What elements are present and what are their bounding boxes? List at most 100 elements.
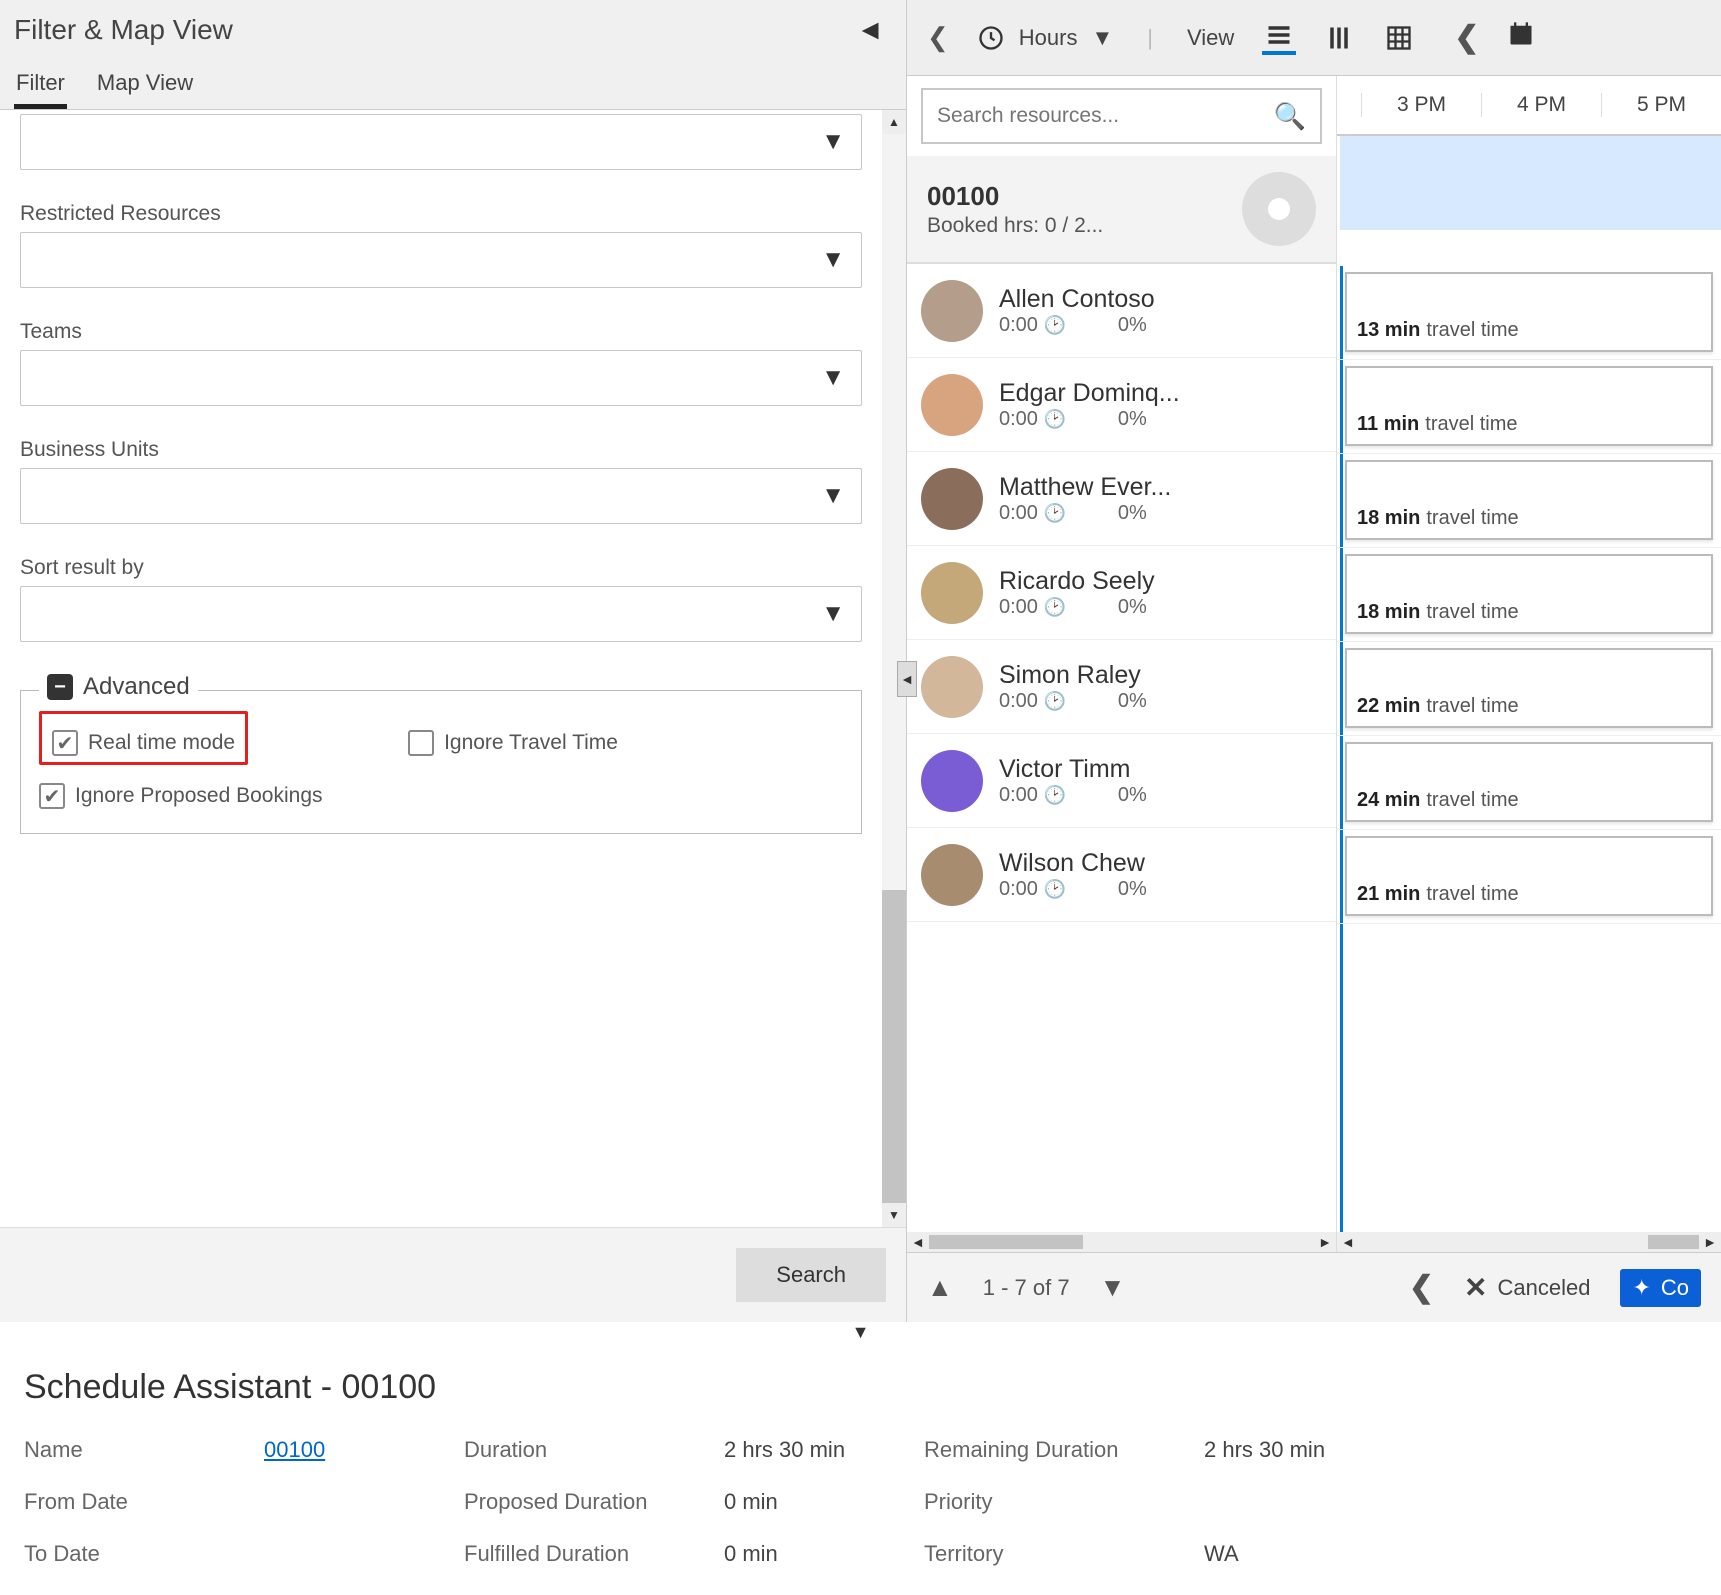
- chevron-down-icon: ▼: [821, 128, 845, 156]
- chevron-down-icon: ▼: [1091, 25, 1113, 51]
- scroll-left-icon[interactable]: ◄: [1341, 1234, 1355, 1250]
- collapse-icon[interactable]: −: [47, 674, 73, 700]
- timeline-row[interactable]: 18 mintravel time: [1337, 454, 1721, 548]
- travel-time-block[interactable]: 18 mintravel time: [1345, 554, 1713, 634]
- tab-map-view[interactable]: Map View: [95, 70, 195, 109]
- label-teams: Teams: [20, 320, 862, 344]
- page-first-icon[interactable]: ▲: [927, 1272, 953, 1303]
- select-bu[interactable]: ▼: [20, 468, 862, 524]
- scroll-left-icon[interactable]: ◄: [911, 1234, 925, 1250]
- select-restricted[interactable]: ▼: [20, 232, 862, 288]
- avatar: [921, 468, 983, 530]
- travel-label: travel time: [1426, 695, 1518, 718]
- travel-time-block[interactable]: 18 mintravel time: [1345, 460, 1713, 540]
- clock-icon: 🕑: [1043, 597, 1065, 617]
- resource-row[interactable]: Simon Raley 0:00 🕑 0%: [907, 640, 1336, 734]
- hours-label: Hours: [1019, 25, 1078, 51]
- resource-row[interactable]: Wilson Chew 0:00 🕑 0%: [907, 828, 1336, 922]
- travel-time-block[interactable]: 21 mintravel time: [1345, 836, 1713, 916]
- resource-pct: 0%: [1118, 690, 1147, 713]
- resource-time: 0:00 🕑: [999, 878, 1066, 901]
- timeline-row[interactable]: 18 mintravel time: [1337, 548, 1721, 642]
- hours-dropdown[interactable]: Hours ▼: [977, 24, 1113, 52]
- resource-row[interactable]: Edgar Dominq... 0:00 🕑 0%: [907, 358, 1336, 452]
- avatar: [921, 280, 983, 342]
- avatar: [921, 374, 983, 436]
- info-label: To Date: [24, 1541, 264, 1567]
- calendar-icon[interactable]: [1507, 20, 1535, 55]
- checkbox-ignore-travel[interactable]: Ignore Travel Time: [408, 721, 618, 765]
- resource-info: Victor Timm 0:00 🕑 0%: [999, 755, 1322, 807]
- page-next-icon[interactable]: ▼: [1100, 1272, 1126, 1303]
- resource-header-id: 00100: [927, 181, 1103, 212]
- travel-time-block[interactable]: 13 mintravel time: [1345, 272, 1713, 352]
- advanced-row1: Real time mode Ignore Travel Time: [39, 711, 843, 765]
- resource-time: 0:00 🕑: [999, 502, 1066, 525]
- select-sort[interactable]: ▼: [20, 586, 862, 642]
- checkbox-ignore-proposed[interactable]: Ignore Proposed Bookings: [39, 783, 843, 809]
- scroll-down-icon[interactable]: ▼: [882, 1203, 906, 1227]
- scroll-right-icon[interactable]: ►: [1318, 1234, 1332, 1250]
- timeline-row[interactable]: 21 mintravel time: [1337, 830, 1721, 924]
- resource-search[interactable]: 🔍: [921, 88, 1322, 144]
- assistant-info-grid: Name00100Duration2 hrs 30 minRemaining D…: [24, 1437, 1697, 1567]
- travel-time-block[interactable]: 22 mintravel time: [1345, 648, 1713, 728]
- search-icon[interactable]: 🔍: [1274, 101, 1306, 132]
- grid-icon[interactable]: [1382, 21, 1416, 55]
- travel-duration: 18 min: [1357, 601, 1420, 624]
- scroll-up-icon[interactable]: ▲: [882, 110, 906, 134]
- status-committed[interactable]: ✦ Co: [1620, 1269, 1701, 1307]
- resource-row[interactable]: Victor Timm 0:00 🕑 0%: [907, 734, 1336, 828]
- bottom-collapse-handle[interactable]: ▼: [0, 1322, 1721, 1342]
- list-horizontal-icon[interactable]: [1262, 21, 1296, 55]
- resource-row[interactable]: Ricardo Seely 0:00 🕑 0%: [907, 546, 1336, 640]
- paging-bar: ▲ 1 - 7 of 7 ▼ ❮ ✕ Canceled ✦ Co: [907, 1252, 1721, 1322]
- progress-ring-icon: [1242, 172, 1316, 246]
- resource-header[interactable]: 00100 Booked hrs: 0 / 2...: [907, 156, 1336, 264]
- resource-row[interactable]: Allen Contoso 0:00 🕑 0%: [907, 264, 1336, 358]
- resource-hscroll[interactable]: ◄ ►: [907, 1232, 1336, 1252]
- checkbox-icon: [39, 783, 65, 809]
- legend-prev-icon[interactable]: ❮: [1409, 1270, 1434, 1305]
- avatar: [921, 562, 983, 624]
- field-sort: Sort result by ▼: [20, 556, 862, 642]
- search-button[interactable]: Search: [736, 1248, 886, 1302]
- advanced-legend[interactable]: − Advanced: [39, 673, 198, 701]
- info-link[interactable]: 00100: [264, 1437, 325, 1462]
- resource-name: Allen Contoso: [999, 285, 1322, 314]
- travel-time-block[interactable]: 11 mintravel time: [1345, 366, 1713, 446]
- resource-name: Matthew Ever...: [999, 473, 1322, 502]
- scroll-right-icon[interactable]: ►: [1703, 1234, 1717, 1250]
- resource-name: Edgar Dominq...: [999, 379, 1322, 408]
- advanced-section: − Advanced Real time mode Ignore Tr: [20, 690, 862, 834]
- prev-big-icon[interactable]: ❮: [1454, 20, 1479, 55]
- filter-pane: Filter & Map View ◄ Filter Map View ▲ ▼ …: [0, 0, 907, 1322]
- resource-search-input[interactable]: [937, 104, 1274, 128]
- select-teams[interactable]: ▼: [20, 350, 862, 406]
- label-restricted: Restricted Resources: [20, 202, 862, 226]
- tab-filter[interactable]: Filter: [14, 70, 67, 109]
- resource-header-sub: Booked hrs: 0 / 2...: [927, 214, 1103, 238]
- travel-duration: 24 min: [1357, 789, 1420, 812]
- scroll-thumb[interactable]: [882, 890, 906, 1227]
- checkbox-realtime[interactable]: Real time mode: [52, 730, 235, 756]
- travel-time-block[interactable]: 24 mintravel time: [1345, 742, 1713, 822]
- split-handle[interactable]: ◄: [897, 661, 917, 697]
- resource-info: Matthew Ever... 0:00 🕑 0%: [999, 473, 1322, 525]
- schedule-toolbar: ❮ Hours ▼ | View ❮: [907, 0, 1721, 76]
- top-select[interactable]: ▼: [20, 114, 862, 170]
- timeline-row[interactable]: 13 mintravel time: [1337, 266, 1721, 360]
- info-value: [264, 1541, 464, 1567]
- timeline-row[interactable]: 22 mintravel time: [1337, 642, 1721, 736]
- timeline-row[interactable]: 24 mintravel time: [1337, 736, 1721, 830]
- list-vertical-icon[interactable]: [1322, 21, 1356, 55]
- collapse-left-icon[interactable]: ◄: [856, 14, 884, 46]
- prev-icon[interactable]: ❮: [927, 22, 949, 53]
- resource-name: Ricardo Seely: [999, 567, 1322, 596]
- timeline-hscroll[interactable]: ◄ ►: [1337, 1232, 1721, 1252]
- timeline-row[interactable]: 11 mintravel time: [1337, 360, 1721, 454]
- resource-time: 0:00 🕑: [999, 596, 1066, 619]
- avatar: [921, 844, 983, 906]
- resource-row[interactable]: Matthew Ever... 0:00 🕑 0%: [907, 452, 1336, 546]
- status-canceled[interactable]: ✕ Canceled: [1464, 1271, 1590, 1304]
